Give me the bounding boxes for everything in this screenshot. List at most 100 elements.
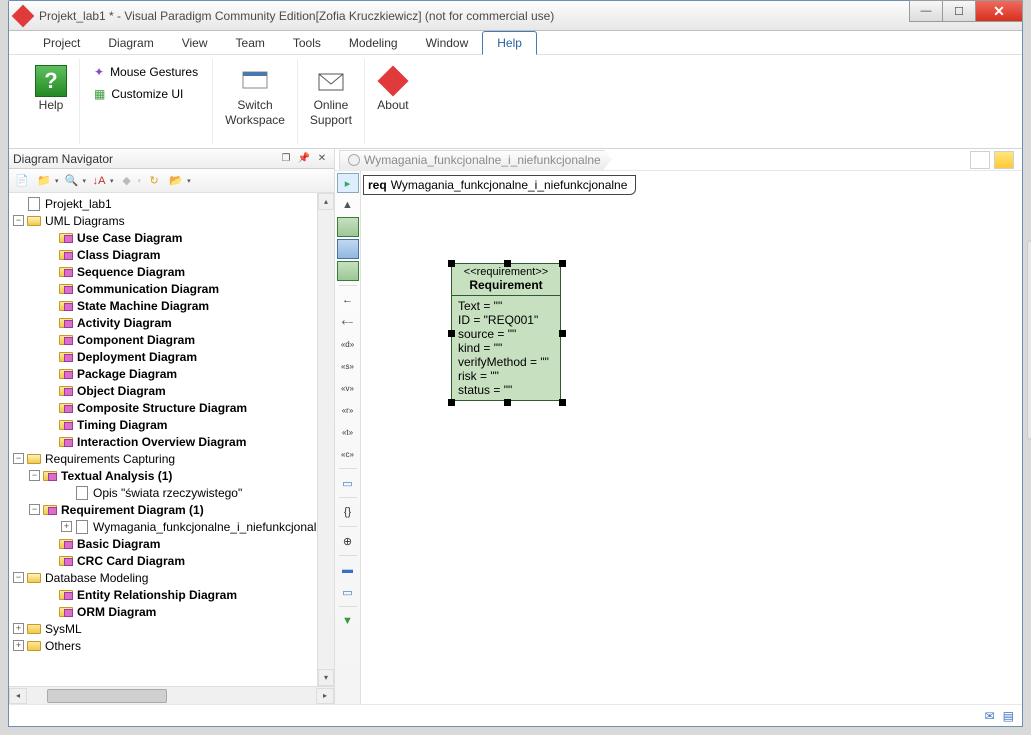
menu-team[interactable]: Team [222,31,279,54]
anchor-tool[interactable]: ⊕ [337,531,359,551]
menu-view[interactable]: View [168,31,222,54]
expand-icon[interactable]: − [29,504,40,515]
tree-req[interactable]: −Requirements Capturing [9,450,334,467]
tree-reqdiag[interactable]: −Requirement Diagram (1) [9,501,334,518]
layers-icon[interactable] [994,151,1014,169]
selection-handle[interactable] [448,399,455,406]
switch-workspace-button[interactable]: Switch Workspace [213,59,298,144]
expand-icon[interactable]: + [13,640,24,651]
scroll-thumb[interactable] [47,689,167,703]
selection-handle[interactable] [448,260,455,267]
vertical-scrollbar[interactable]: ▴▾ [317,193,334,686]
menu-help[interactable]: Help [482,31,537,55]
folder-icon[interactable]: 📁 [35,172,53,190]
refine-tool[interactable]: «r» [337,400,359,420]
scroll-left-icon[interactable]: ◂ [9,688,27,704]
expand-icon[interactable] [45,436,56,447]
tree-uml-item-8[interactable]: Package Diagram [9,365,334,382]
expand-icon[interactable] [45,589,56,600]
expand-icon[interactable] [45,402,56,413]
tree-uml-item-7[interactable]: Deployment Diagram [9,348,334,365]
expand-icon[interactable] [45,266,56,277]
customize-ui-button[interactable]: ▦ Customize UI [90,85,187,103]
tree-uml-item-6[interactable]: Component Diagram [9,331,334,348]
mouse-gestures-button[interactable]: ✦ Mouse Gestures [90,63,202,81]
expand-icon[interactable]: + [61,521,72,532]
scroll-up-icon[interactable]: ▴ [318,193,334,210]
model-tool[interactable] [337,261,359,281]
outer-scrollbar[interactable] [1027,240,1031,440]
tree-erd[interactable]: Entity Relationship Diagram [9,586,334,603]
derive-tool[interactable]: «d» [337,334,359,354]
tree-uml-item-3[interactable]: Communication Diagram [9,280,334,297]
more-down-icon[interactable]: ▼ [337,611,359,631]
package-tool[interactable]: ▬ [337,560,359,580]
tree-project[interactable]: Projekt_lab1 [9,195,334,212]
tree-uml-item-0[interactable]: Use Case Diagram [9,229,334,246]
expand-icon[interactable] [45,385,56,396]
expand-icon[interactable] [45,555,56,566]
menu-tools[interactable]: Tools [279,31,335,54]
diagram-frame-tab[interactable]: req Wymagania_funkcjonalne_i_niefunkcjon… [363,175,636,195]
layout-icon[interactable] [970,151,990,169]
expand-icon[interactable]: − [29,470,40,481]
tree-textual-child[interactable]: Opis "świata rzeczywistego" [9,484,334,501]
expand-icon[interactable]: − [13,572,24,583]
scroll-right-icon[interactable]: ▸ [316,688,334,704]
note-tool[interactable]: ▭ [337,473,359,493]
verify-tool[interactable]: «v» [337,378,359,398]
refresh-icon[interactable]: ↻ [145,172,163,190]
tree-uml-item-4[interactable]: State Machine Diagram [9,297,334,314]
restore-icon[interactable]: ❐ [278,152,294,166]
selection-handle[interactable] [559,330,566,337]
navigator-tree[interactable]: Projekt_lab1−UML DiagramsUse Case Diagra… [9,193,334,686]
tree-orm[interactable]: ORM Diagram [9,603,334,620]
expand-icon[interactable] [45,249,56,260]
tree-reqdiag-child[interactable]: +Wymagania_funkcjonalne_i_niefunkcjonaln… [9,518,334,535]
selection-handle[interactable] [504,399,511,406]
expand-icon[interactable] [45,419,56,430]
diagram-canvas[interactable]: req Wymagania_funkcjonalne_i_niefunkcjon… [361,171,1022,704]
tree-crc[interactable]: CRC Card Diagram [9,552,334,569]
selection-handle[interactable] [448,330,455,337]
tree-basic[interactable]: Basic Diagram [9,535,334,552]
frame-tool[interactable]: ▭ [337,582,359,602]
connector-tool[interactable]: ← [337,290,359,310]
menu-diagram[interactable]: Diagram [94,31,167,54]
trace-tool[interactable]: «t» [337,422,359,442]
tree-db[interactable]: −Database Modeling [9,569,334,586]
new-icon[interactable]: 📄 [13,172,31,190]
expand-icon[interactable] [13,198,24,209]
mail-icon[interactable]: ✉ [985,709,995,723]
requirement-shape[interactable]: <<requirement>> Requirement Text = ""ID … [451,263,561,401]
up-icon[interactable]: ◆ [118,172,136,190]
sort-icon[interactable]: ↓A [90,172,108,190]
tree-uml-item-9[interactable]: Object Diagram [9,382,334,399]
expand-icon[interactable] [45,368,56,379]
menu-window[interactable]: Window [412,31,483,54]
testcase-tool[interactable] [337,239,359,259]
tree-textual[interactable]: −Textual Analysis (1) [9,467,334,484]
tree-uml-item-12[interactable]: Interaction Overview Diagram [9,433,334,450]
expand-icon[interactable]: − [13,453,24,464]
about-button[interactable]: About [365,59,421,144]
breadcrumb-segment[interactable]: Wymagania_funkcjonalne_i_niefunkcjonalne [339,150,612,170]
online-support-button[interactable]: Online Support [298,59,365,144]
expand-icon[interactable] [45,317,56,328]
tree-uml-item-5[interactable]: Activity Diagram [9,314,334,331]
expand-icon[interactable] [61,487,72,498]
expand-icon[interactable]: − [13,215,24,226]
selection-handle[interactable] [559,399,566,406]
dash-connector-tool[interactable]: ⤌ [337,312,359,332]
menu-project[interactable]: Project [29,31,94,54]
search-icon[interactable]: 🔍 [63,172,81,190]
brace-tool[interactable]: {} [337,502,359,522]
expand-icon[interactable]: + [13,623,24,634]
menu-modeling[interactable]: Modeling [335,31,412,54]
expand-icon[interactable] [45,232,56,243]
copy-tool[interactable]: «c» [337,444,359,464]
horizontal-scrollbar[interactable]: ◂ ▸ [9,686,334,704]
tree-uml[interactable]: −UML Diagrams [9,212,334,229]
selection-handle[interactable] [504,260,511,267]
arrow-up-icon[interactable]: ▲ [337,195,359,215]
